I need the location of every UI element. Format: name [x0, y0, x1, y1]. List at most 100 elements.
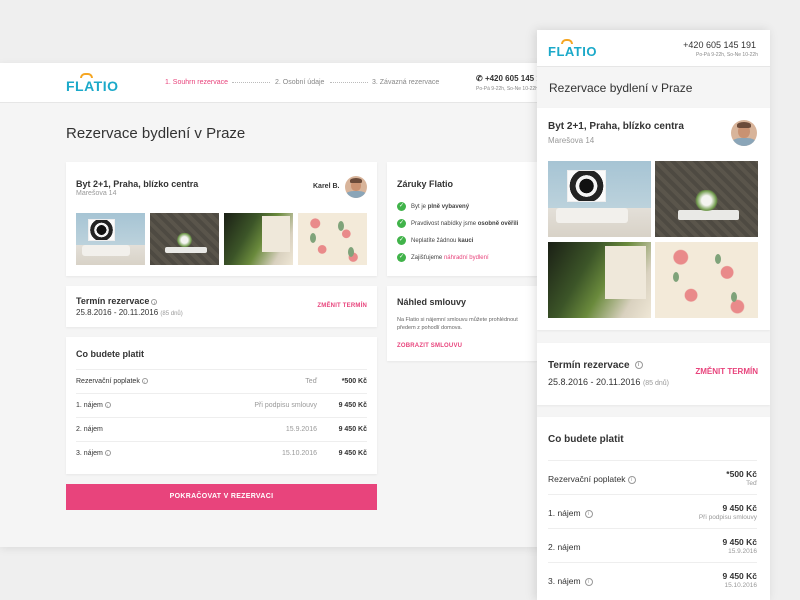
term-range: 25.8.2016 - 20.11.2016 (85 dnů) [76, 308, 183, 317]
payment-label-text: Rezervační poplatek [76, 378, 140, 385]
property-card: Byt 2+1, Praha, blízko centra Marešova 1… [66, 162, 377, 276]
payments-title: Co budete platit [548, 434, 624, 445]
payment-row: 2. nájem 15.9.2016 9 450 Kč [76, 417, 367, 441]
payment-label: Rezervační poplatek i [548, 474, 636, 484]
photo-floral-wall[interactable] [298, 213, 367, 265]
info-icon[interactable]: i [104, 402, 111, 409]
property-address: Marešova 14 [76, 190, 117, 197]
payment-label-text: Rezervační poplatek [548, 474, 626, 484]
payment-row: Rezervační poplatek i *500 Kč Teď [548, 460, 757, 494]
check-circle-icon: ✓ [397, 236, 406, 245]
step-2[interactable]: 2. Osobní údaje [275, 79, 324, 86]
payment-amount: 9 450 Kč [338, 450, 367, 457]
step-3[interactable]: 3. Závazná rezervace [372, 79, 439, 86]
host-avatar[interactable] [731, 120, 757, 146]
contract-title: Náhled smlouvy [397, 297, 467, 307]
property-title[interactable]: Byt 2+1, Praha, blízko centra [76, 179, 198, 189]
change-term-link[interactable]: ZMĚNIT TERMÍN [317, 303, 367, 309]
property-card: Byt 2+1, Praha, blízko centra Marešova 1… [537, 108, 770, 330]
payment-label-text: 1. nájem [548, 508, 581, 518]
payments-title: Co budete platit [76, 349, 144, 359]
check-circle-icon: ✓ [397, 253, 406, 262]
guarantee-text: Zajišťujeme [411, 255, 444, 262]
payment-when: Při podpisu smlouvy [698, 514, 757, 521]
payment-amount: *500 Kč [726, 469, 757, 479]
info-icon[interactable]: i [584, 577, 593, 586]
host-name: Karel B. [313, 183, 340, 190]
term-days: (85 dnů) [642, 380, 670, 387]
payment-label: 3. nájem i [76, 450, 111, 457]
payment-when: 15.10.2016 [724, 582, 757, 589]
host-avatar[interactable] [345, 176, 367, 198]
photo-plants[interactable] [548, 242, 651, 318]
flatio-logo[interactable]: FLATIO [66, 73, 119, 94]
payments-card: Co budete platit Rezervační poplatek i Te… [66, 337, 377, 474]
step-1[interactable]: 1. Souhrn rezervace [165, 79, 228, 86]
info-icon[interactable]: i [104, 450, 111, 457]
phone-number[interactable]: +420 605 145 191 [683, 40, 756, 50]
payment-label-text: 3. nájem [548, 576, 581, 586]
continue-reservation-button[interactable]: POKRAČOVAT V REZERVACI [66, 484, 377, 510]
payment-row: 2. nájem 9 450 Kč 15.9.2016 [548, 528, 757, 562]
check-circle-icon: ✓ [397, 219, 406, 228]
phone-hours: Po-Pá 9-22h, So-Ne 10-22h [696, 52, 758, 58]
property-title[interactable]: Byt 2+1, Praha, blízko centra [548, 121, 684, 132]
payment-when: Teď [746, 480, 757, 487]
term-title: Termín rezervace i [76, 296, 158, 306]
payment-row: 3. nájem i 15.10.2016 9 450 Kč [76, 441, 367, 465]
page-title: Rezervace bydlení v Praze [549, 81, 693, 95]
payment-label: 3. nájem i [548, 576, 593, 586]
term-days: (85 dnů) [160, 311, 183, 317]
logo-arc-icon [80, 73, 93, 78]
photo-dining[interactable] [655, 161, 758, 237]
term-title: Termín rezervace i [548, 360, 643, 371]
info-icon[interactable]: i [141, 378, 148, 385]
photo-living-room[interactable] [76, 213, 145, 265]
photo-floral-wall[interactable] [655, 242, 758, 318]
term-title-text: Termín rezervace [76, 296, 150, 306]
guarantee-bold: plně vybavený [427, 204, 470, 211]
guarantees-title: Záruky Flatio [397, 179, 454, 189]
guarantee-text: Pravdivost nabídky jsme [411, 221, 478, 228]
payment-label-text: 3. nájem [76, 450, 103, 457]
term-card: Termín rezervace i 25.8.2016 - 20.11.2016… [66, 286, 377, 327]
payment-row: Rezervační poplatek i Teď *500 Kč [76, 369, 367, 393]
info-icon[interactable]: i [627, 475, 636, 484]
photo-dining[interactable] [150, 213, 219, 265]
payment-when: Při podpisu smlouvy [254, 402, 317, 409]
info-icon[interactable]: i [151, 298, 158, 305]
payment-row: 1. nájem i Při podpisu smlouvy 9 450 Kč [76, 393, 367, 417]
payment-amount: 9 450 Kč [722, 571, 758, 581]
payment-when: 15.9.2016 [728, 548, 757, 555]
guarantee-item: ✓ Byt je plně vybavený [397, 202, 469, 211]
info-icon[interactable]: i [634, 361, 643, 370]
payment-amount: 9 450 Kč [722, 503, 758, 513]
property-address: Marešova 14 [548, 136, 595, 145]
payment-amount: 9 450 Kč [338, 426, 367, 433]
change-term-link[interactable]: ZMĚNIT TERMÍN [695, 367, 758, 376]
payment-amount: 9 450 Kč [338, 402, 367, 409]
payment-label-text: 1. nájem [76, 402, 103, 409]
photo-plants[interactable] [224, 213, 293, 265]
contract-text: Na Flatio si nájemní smlouvu můžete proh… [397, 317, 518, 331]
payment-row: 1. nájem i 9 450 Kč Při podpisu smlouvy [548, 494, 757, 528]
phone-icon: ✆ [476, 74, 485, 83]
term-card: Termín rezervace i 25.8.2016 - 20.11.2016… [537, 343, 770, 405]
logo-arc-icon [561, 39, 573, 44]
logo-text: FLATIO [66, 78, 119, 94]
header: FLATIO 1. Souhrn rezervace 2. Osobní úda… [0, 63, 560, 103]
info-icon[interactable]: i [584, 509, 593, 518]
guarantee-item: ✓ Zajišťujeme náhradní bydlení [397, 253, 489, 262]
show-contract-link[interactable]: ZOBRAZIT SMLOUVU [397, 343, 462, 349]
payment-when: 15.10.2016 [281, 450, 317, 457]
check-circle-icon: ✓ [397, 202, 406, 211]
payment-label: 2. nájem [548, 542, 581, 552]
replacement-housing-link[interactable]: náhradní bydlení [444, 255, 489, 261]
photo-living-room[interactable] [548, 161, 651, 237]
step-divider [232, 82, 270, 83]
flatio-logo[interactable]: FLATIO [548, 39, 597, 59]
payment-when: Teď [305, 378, 317, 385]
mobile-screen: FLATIO +420 605 145 191 Po-Pá 9-22h, So-… [537, 30, 770, 600]
payment-amount: *500 Kč [341, 378, 367, 385]
contract-preview-card: Náhled smlouvy Na Flatio si nájemní smlo… [387, 286, 560, 361]
